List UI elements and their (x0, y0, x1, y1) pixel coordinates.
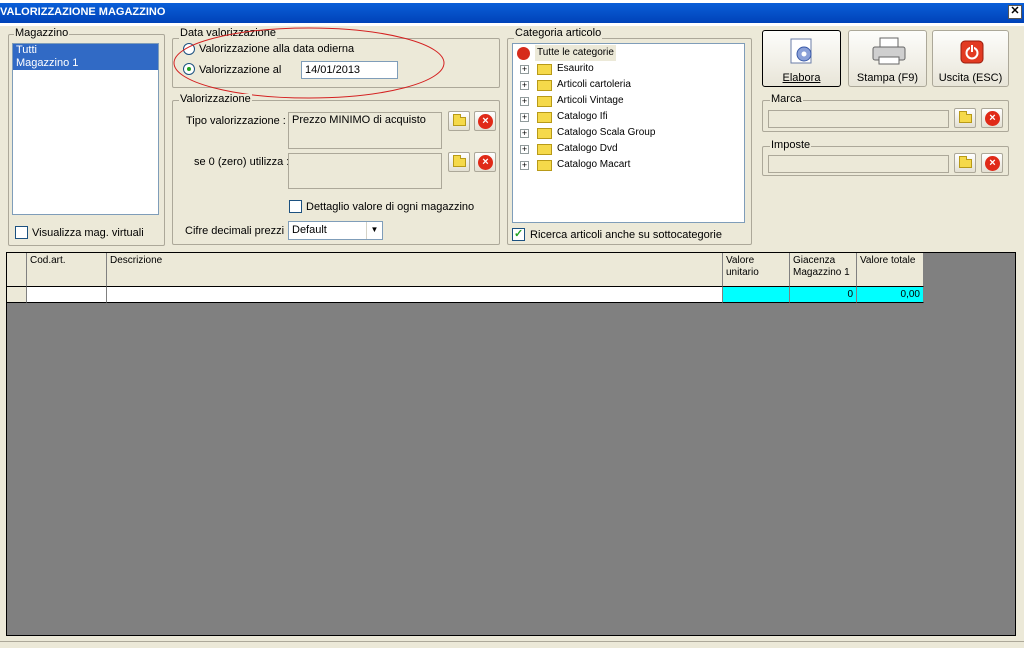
close-icon[interactable]: ✕ (1008, 5, 1022, 19)
folder-icon (537, 160, 552, 171)
delete-icon: × (985, 111, 1000, 126)
subcat-checkbox[interactable] (512, 227, 525, 241)
folder-icon (537, 112, 552, 123)
cell-valore-totale[interactable]: 0,00 (857, 287, 924, 303)
delete-icon: × (985, 156, 1000, 171)
elabora-button[interactable]: Elabora (762, 30, 841, 87)
tree-item[interactable]: + Catalogo Ifi (517, 109, 737, 125)
folder-icon (453, 114, 466, 126)
title-bar: VALORIZZAZIONE MAGAZZINO ✕ (0, 0, 1024, 26)
tipo-valorizzazione-label: Tipo valorizzazione : (186, 115, 286, 127)
folder-icon (537, 96, 552, 107)
folder-icon (537, 80, 552, 91)
expand-icon[interactable]: + (520, 129, 529, 138)
zero-utilizza-label: se 0 (zero) utilizza : (194, 156, 290, 168)
tree-item[interactable]: + Esaurito (517, 61, 737, 77)
folder-icon (959, 156, 972, 168)
elabora-label: Elabora (782, 72, 821, 84)
col-header-descrizione[interactable]: Descrizione (107, 253, 723, 287)
folder-icon (537, 64, 552, 75)
cell-cod[interactable] (27, 287, 107, 303)
imposte-browse-button[interactable] (954, 153, 976, 173)
tree-item[interactable]: + Catalogo Scala Group (517, 125, 737, 141)
col-header-giacenza[interactable]: Giacenza Magazzino 1 (790, 253, 857, 287)
process-gear-icon (790, 38, 812, 64)
tipo-browse-button[interactable] (448, 111, 470, 131)
tree-item-label: Catalogo Ifi (557, 111, 608, 122)
folder-icon (453, 155, 466, 167)
status-bar (0, 641, 1024, 648)
stampa-label: Stampa (F9) (856, 72, 919, 84)
expand-icon[interactable]: + (520, 97, 529, 106)
marca-legend: Marca (770, 93, 803, 105)
cell-giacenza[interactable]: 0 (790, 287, 857, 303)
cifre-decimali-label: Cifre decimali prezzi : (185, 225, 291, 237)
tree-item-label: Articoli Vintage (557, 95, 624, 106)
expand-icon[interactable]: + (520, 145, 529, 154)
tipo-valorizzazione-field[interactable]: Prezzo MINIMO di acquisto (288, 112, 442, 149)
marca-field[interactable] (768, 110, 949, 128)
marca-clear-button[interactable]: × (981, 108, 1003, 128)
cifre-decimali-select[interactable]: Default ▼ (288, 221, 383, 240)
folder-icon (959, 111, 972, 123)
imposte-field[interactable] (768, 155, 949, 173)
col-header-cod[interactable]: Cod.art. (27, 253, 107, 287)
printer-icon (872, 37, 906, 65)
expand-icon[interactable]: + (520, 161, 529, 170)
marca-browse-button[interactable] (954, 108, 976, 128)
tipo-clear-button[interactable]: × (474, 111, 496, 131)
tree-item-label: Catalogo Dvd (557, 143, 618, 154)
magazzino-item-1[interactable]: Magazzino 1 (13, 57, 158, 70)
imposte-clear-button[interactable]: × (981, 153, 1003, 173)
window-title: VALORIZZAZIONE MAGAZZINO (0, 6, 166, 18)
zero-utilizza-field[interactable] (288, 153, 442, 189)
tree-item-label: Catalogo Macart (557, 159, 631, 170)
delete-icon: × (478, 155, 493, 170)
categoria-legend: Categoria articolo (514, 27, 603, 39)
virtual-checkbox[interactable] (15, 226, 28, 239)
cifre-decimali-value: Default (292, 224, 327, 236)
subcat-checkbox-label: Ricerca articoli anche su sottocategorie (530, 229, 722, 241)
chevron-down-icon[interactable]: ▼ (366, 222, 382, 239)
row-selector[interactable] (7, 287, 27, 303)
col-header-valore-totale[interactable]: Valore totale (857, 253, 924, 287)
zero-browse-button[interactable] (448, 152, 470, 172)
expand-icon[interactable]: + (520, 81, 529, 90)
delete-icon: × (478, 114, 493, 129)
cell-descrizione[interactable] (107, 287, 723, 303)
dettaglio-checkbox-label: Dettaglio valore di ogni magazzino (306, 201, 475, 213)
row-selector-header (7, 253, 27, 287)
dettaglio-checkbox[interactable] (289, 200, 302, 213)
virtual-checkbox-label: Visualizza mag. virtuali (32, 227, 144, 239)
zero-clear-button[interactable]: × (474, 152, 496, 172)
cell-valore-unitario[interactable] (723, 287, 790, 303)
folder-icon (537, 128, 552, 139)
results-grid[interactable]: Cod.art. Descrizione Valore unitario Gia… (6, 252, 1016, 636)
tree-item[interactable]: + Articoli cartoleria (517, 77, 737, 93)
tree-item-label: Articoli cartoleria (557, 79, 631, 90)
tree-item[interactable]: + Articoli Vintage (517, 93, 737, 109)
tree-root-label: Tutte le categorie (535, 45, 616, 61)
imposte-legend: Imposte (770, 139, 812, 151)
uscita-label: Uscita (ESC) (938, 72, 1003, 84)
magazzino-item-tutti[interactable]: Tutti (13, 44, 158, 57)
tree-item[interactable]: + Catalogo Macart (517, 157, 737, 173)
tree-item[interactable]: + Catalogo Dvd (517, 141, 737, 157)
expand-icon[interactable]: + (520, 65, 529, 74)
tree-item-label: Esaurito (557, 63, 594, 74)
stampa-button[interactable]: Stampa (F9) (848, 30, 927, 87)
magazzino-listbox[interactable]: Tutti Magazzino 1 (12, 43, 159, 215)
valorizzazione-legend: Valorizzazione (179, 93, 252, 105)
tree-item-label: Catalogo Scala Group (557, 127, 656, 138)
power-icon (960, 40, 984, 64)
annotation-ellipse (173, 27, 445, 99)
categoria-tree[interactable]: Tutte le categorie + Esaurito + Articoli c… (512, 43, 745, 223)
folder-icon (537, 144, 552, 155)
magazzino-legend: Magazzino (14, 27, 70, 39)
strawberry-icon (517, 47, 530, 60)
tree-root[interactable]: Tutte le categorie (517, 45, 737, 61)
col-header-valore-unitario[interactable]: Valore unitario (723, 253, 790, 287)
expand-icon[interactable]: + (520, 113, 529, 122)
uscita-button[interactable]: Uscita (ESC) (932, 30, 1009, 87)
